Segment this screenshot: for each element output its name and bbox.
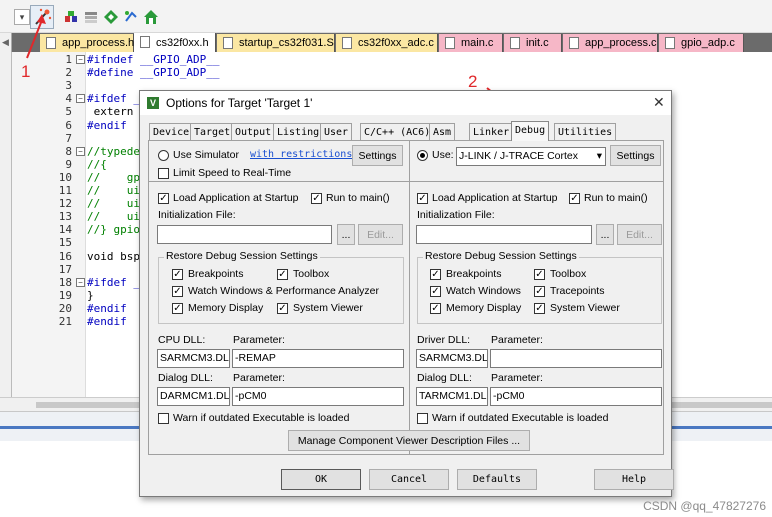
limit-speed-checkbox[interactable] bbox=[158, 168, 169, 179]
left-browse-button[interactable]: ... bbox=[337, 224, 355, 245]
close-icon[interactable]: ✕ bbox=[653, 94, 665, 111]
left-breakpoints-checkbox[interactable]: ✓ bbox=[172, 269, 183, 280]
tab-device[interactable]: Device bbox=[149, 123, 194, 140]
options-dialog: V Options for Target 'Target 1' ✕ Device… bbox=[139, 90, 674, 497]
right-breakpoints-label: Breakpoints bbox=[446, 268, 502, 280]
watermark: CSDN @qq_47827276 bbox=[643, 499, 766, 513]
left-init-file-label: Initialization File: bbox=[158, 209, 236, 221]
right-load-app-checkbox[interactable]: ✓ bbox=[417, 193, 428, 204]
panel-divider bbox=[409, 140, 410, 455]
right-watch-checkbox[interactable]: ✓ bbox=[430, 286, 441, 297]
driver-dll-input[interactable]: SARMCM3.DLL bbox=[416, 349, 488, 368]
tab-asm[interactable]: Asm bbox=[429, 123, 456, 140]
tab-listing[interactable]: Listing bbox=[273, 123, 324, 140]
right-tracepoints-label: Tracepoints bbox=[550, 285, 605, 297]
uvision-icon: V bbox=[147, 97, 159, 109]
use-simulator-label: Use Simulator bbox=[173, 149, 239, 161]
right-watch-label: Watch Windows bbox=[446, 285, 521, 297]
panel-separator bbox=[148, 181, 664, 182]
cpu-dll-input[interactable]: SARMCM3.DLL bbox=[157, 349, 230, 368]
left-sysviewer-checkbox[interactable]: ✓ bbox=[277, 303, 288, 314]
tab-output[interactable]: Output bbox=[231, 123, 276, 140]
left-restore-title: Restore Debug Session Settings bbox=[164, 250, 320, 262]
cpu-param-input[interactable]: -REMAP bbox=[232, 349, 404, 368]
annotation-2: 2 bbox=[468, 72, 478, 91]
left-edit-button[interactable]: Edit... bbox=[358, 224, 403, 245]
right-memory-label: Memory Display bbox=[446, 302, 522, 314]
left-load-app-checkbox[interactable]: ✓ bbox=[158, 193, 169, 204]
right-sysviewer-checkbox[interactable]: ✓ bbox=[534, 303, 545, 314]
right-warn-label: Warn if outdated Executable is loaded bbox=[432, 412, 609, 424]
cpu-param-label: Parameter: bbox=[233, 334, 285, 346]
tab-cpp[interactable]: C/C++ (AC6) bbox=[360, 123, 435, 140]
dialog-titlebar[interactable]: V Options for Target 'Target 1' ✕ bbox=[140, 91, 671, 115]
left-watch-checkbox[interactable]: ✓ bbox=[172, 286, 183, 297]
left-dialog-dll-label: Dialog DLL: bbox=[158, 372, 213, 384]
left-dialog-param-label: Parameter: bbox=[233, 372, 285, 384]
help-button[interactable]: Help bbox=[594, 469, 674, 490]
right-sysviewer-label: System Viewer bbox=[550, 302, 620, 314]
left-sysviewer-label: System Viewer bbox=[293, 302, 363, 314]
right-dialog-dll-label: Dialog DLL: bbox=[417, 372, 472, 384]
left-dialog-dll-input[interactable]: DARMCM1.DLL bbox=[157, 387, 230, 406]
left-watch-label: Watch Windows & Performance Analyzer bbox=[188, 285, 380, 297]
restrictions-link[interactable]: with restrictions bbox=[250, 149, 352, 160]
left-dialog-param-input[interactable]: -pCM0 bbox=[232, 387, 404, 406]
cancel-button[interactable]: Cancel bbox=[369, 469, 449, 490]
chevron-down-icon: ▾ bbox=[596, 150, 602, 162]
left-load-app-label: Load Application at Startup bbox=[173, 192, 299, 204]
dialog-title: Options for Target 'Target 1' bbox=[166, 96, 313, 110]
defaults-button[interactable]: Defaults bbox=[457, 469, 537, 490]
debugger-settings-button[interactable]: Settings bbox=[610, 145, 661, 166]
tab-debug[interactable]: Debug bbox=[511, 121, 550, 141]
manage-component-viewer-button[interactable]: Manage Component Viewer Description File… bbox=[288, 430, 530, 451]
left-run-to-main-checkbox[interactable]: ✓ bbox=[311, 193, 322, 204]
right-dialog-dll-input[interactable]: TARMCM1.DLL bbox=[416, 387, 488, 406]
left-toolbox-label: Toolbox bbox=[293, 268, 330, 280]
cpu-dll-label: CPU DLL: bbox=[158, 334, 206, 346]
tab-user[interactable]: User bbox=[320, 123, 353, 140]
left-toolbox-checkbox[interactable]: ✓ bbox=[277, 269, 288, 280]
left-run-to-main-label: Run to main() bbox=[326, 192, 390, 204]
left-memory-label: Memory Display bbox=[188, 302, 264, 314]
debugger-select[interactable]: J-LINK / J-TRACE Cortex ▾ bbox=[456, 147, 606, 166]
driver-param-input[interactable] bbox=[490, 349, 662, 368]
left-memory-checkbox[interactable]: ✓ bbox=[172, 303, 183, 314]
ok-button[interactable]: OK bbox=[281, 469, 361, 490]
left-warn-checkbox[interactable] bbox=[158, 413, 169, 424]
use-label: Use: bbox=[432, 149, 454, 161]
right-init-file-label: Initialization File: bbox=[417, 209, 495, 221]
right-run-to-main-checkbox[interactable]: ✓ bbox=[569, 193, 580, 204]
tab-utilities[interactable]: Utilities bbox=[554, 123, 617, 140]
right-toolbox-label: Toolbox bbox=[550, 268, 587, 280]
right-memory-checkbox[interactable]: ✓ bbox=[430, 303, 441, 314]
annotation-1: 1 bbox=[21, 62, 31, 81]
right-restore-title: Restore Debug Session Settings bbox=[423, 250, 579, 262]
right-warn-checkbox[interactable] bbox=[417, 413, 428, 424]
tab-linker[interactable]: Linker bbox=[469, 123, 514, 140]
right-init-file-input[interactable] bbox=[416, 225, 592, 244]
left-warn-label: Warn if outdated Executable is loaded bbox=[173, 412, 350, 424]
left-breakpoints-label: Breakpoints bbox=[188, 268, 244, 280]
right-dialog-param-label: Parameter: bbox=[491, 372, 543, 384]
right-toolbox-checkbox[interactable]: ✓ bbox=[534, 269, 545, 280]
right-run-to-main-label: Run to main() bbox=[584, 192, 648, 204]
use-simulator-radio[interactable] bbox=[158, 150, 169, 161]
limit-speed-label: Limit Speed to Real-Time bbox=[173, 167, 292, 179]
right-load-app-label: Load Application at Startup bbox=[432, 192, 558, 204]
right-breakpoints-checkbox[interactable]: ✓ bbox=[430, 269, 441, 280]
right-tracepoints-checkbox[interactable]: ✓ bbox=[534, 286, 545, 297]
use-debugger-radio[interactable] bbox=[417, 150, 428, 161]
simulator-settings-button[interactable]: Settings bbox=[352, 145, 403, 166]
tab-target[interactable]: Target bbox=[190, 123, 235, 140]
driver-param-label: Parameter: bbox=[491, 334, 543, 346]
left-init-file-input[interactable] bbox=[157, 225, 332, 244]
driver-dll-label: Driver DLL: bbox=[417, 334, 471, 346]
right-browse-button[interactable]: ... bbox=[596, 224, 614, 245]
right-edit-button[interactable]: Edit... bbox=[617, 224, 662, 245]
debugger-selected: J-LINK / J-TRACE Cortex bbox=[459, 150, 579, 162]
right-dialog-param-input[interactable]: -pCM0 bbox=[490, 387, 662, 406]
